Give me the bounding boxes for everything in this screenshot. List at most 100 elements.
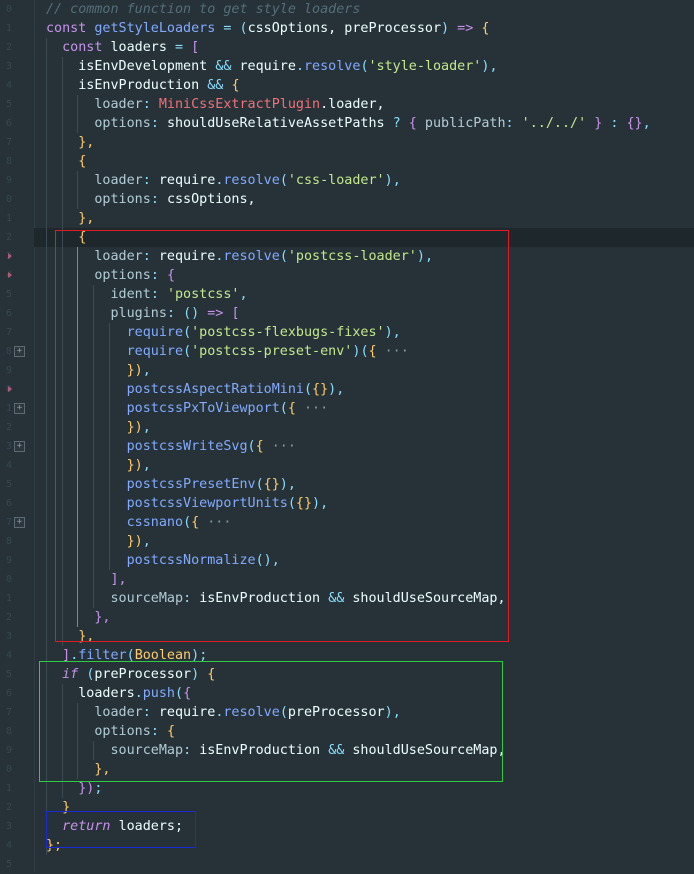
- code-line[interactable]: isEnvProduction && {: [46, 76, 239, 95]
- code-line[interactable]: require('postcss-flexbugs-fixes'),: [46, 323, 401, 342]
- code-line[interactable]: {: [46, 228, 86, 247]
- code-line[interactable]: }),: [46, 418, 151, 437]
- line-gutter: 0 1 2 3 4 5 6 7 8 9 0 1 2 3 4 5 6 7 8 9 0 1 2 3 4 5 6 7 8 9 0 1 2 3 4 5 6 7 8 9…: [0, 0, 35, 872]
- code-line[interactable]: loader: MiniCssExtractPlugin.loader,: [46, 95, 385, 114]
- code-token: ): [312, 496, 321, 511]
- code-line[interactable]: }),: [46, 532, 151, 551]
- line-number: 1: [5, 593, 12, 604]
- code-line[interactable]: },: [46, 608, 110, 627]
- code-line[interactable]: postcssAspectRatioMini({}),: [46, 380, 345, 399]
- code-token: ,: [320, 496, 329, 511]
- code-token: [: [191, 40, 200, 55]
- line-number: 2: [5, 422, 12, 433]
- code-line[interactable]: }),: [46, 361, 151, 380]
- code-token: isEnvDevelopment: [46, 59, 216, 74]
- code-token: }): [46, 363, 143, 378]
- change-marker-icon: [8, 272, 12, 278]
- code-line[interactable]: if (preProcessor) {: [46, 665, 215, 684]
- line-number: 6: [5, 118, 12, 129]
- fold-expand-icon[interactable]: +: [14, 517, 25, 528]
- code-line[interactable]: }),: [46, 456, 151, 475]
- code-line[interactable]: ].filter(Boolean);: [46, 646, 207, 665]
- code-line[interactable]: loader: require.resolve('css-loader'),: [46, 171, 400, 190]
- code-line[interactable]: },: [46, 627, 94, 646]
- fold-expand-icon[interactable]: +: [14, 403, 25, 414]
- code-token: postcssPresetEnv: [46, 477, 256, 492]
- code-line[interactable]: postcssNormalize(),: [46, 551, 280, 570]
- code-token: (: [183, 344, 192, 359]
- code-token: .loader,: [320, 97, 385, 112]
- code-token: ,: [392, 325, 401, 340]
- code-token: =>: [449, 21, 482, 36]
- code-token: ···: [263, 439, 296, 454]
- code-line[interactable]: const getStyleLoaders = (cssOptions, pre…: [46, 19, 489, 38]
- code-token: {: [255, 439, 264, 454]
- code-line[interactable]: require('postcss-preset-env')({ ···: [46, 342, 409, 361]
- code-line[interactable]: },: [46, 133, 94, 152]
- code-line[interactable]: postcssViewportUnits({}),: [46, 494, 329, 513]
- code-token: loader: [46, 249, 143, 264]
- code-line[interactable]: cssnano({ ···: [46, 513, 232, 532]
- code-line[interactable]: loader: require.resolve(preProcessor),: [46, 703, 400, 722]
- code-line[interactable]: options: cssOptions,: [46, 190, 256, 209]
- code-line[interactable]: options: shouldUseRelativeAssetPaths ? {…: [46, 114, 650, 133]
- code-token: isEnvProduction: [199, 743, 329, 758]
- code-line[interactable]: postcssWriteSvg({ ···: [46, 437, 296, 456]
- code-token: shouldUseRelativeAssetPaths: [166, 116, 393, 131]
- code-line[interactable]: plugins: () => [: [46, 304, 239, 323]
- code-line[interactable]: });: [46, 779, 102, 798]
- line-number: 3: [5, 441, 12, 452]
- code-token: 'postcss-loader': [287, 249, 417, 264]
- code-token: sourceMap: [46, 743, 184, 758]
- code-line[interactable]: isEnvDevelopment && require.resolve('sty…: [46, 57, 497, 76]
- fold-expand-icon[interactable]: +: [14, 346, 25, 357]
- code-token: publicPath: [424, 116, 506, 131]
- code-line[interactable]: // common function to get style loaders: [46, 0, 360, 19]
- code-line[interactable]: };: [46, 836, 62, 855]
- code-token: loaders: [46, 686, 135, 701]
- line-number: 9: [5, 175, 12, 186]
- code-token: ,: [142, 363, 151, 378]
- code-line[interactable]: ],: [46, 570, 126, 589]
- code-line[interactable]: {: [46, 152, 86, 171]
- code-token: (: [175, 686, 184, 701]
- code-token: cssnano: [46, 515, 184, 530]
- code-line[interactable]: sourceMap: isEnvProduction && shouldUseS…: [46, 741, 505, 760]
- code-token: (: [279, 173, 288, 188]
- code-token: :: [142, 173, 159, 188]
- code-token: (: [279, 705, 288, 720]
- code-line[interactable]: options: {: [46, 266, 175, 285]
- fold-expand-icon[interactable]: +: [14, 441, 25, 452]
- code-line[interactable]: sourceMap: isEnvProduction && shouldUseS…: [46, 589, 505, 608]
- line-number: 9: [5, 555, 12, 566]
- code-token: {: [287, 401, 296, 416]
- code-token: {: [368, 344, 377, 359]
- code-token: cssOptions,: [166, 192, 256, 207]
- code-line[interactable]: loader: require.resolve('postcss-loader'…: [46, 247, 433, 266]
- line-number: 4: [5, 840, 12, 851]
- line-number: 5: [5, 669, 12, 680]
- code-line[interactable]: return loaders;: [46, 817, 183, 836]
- code-line[interactable]: ident: 'postcss',: [46, 285, 247, 304]
- code-line[interactable]: const loaders = [: [46, 38, 199, 57]
- line-number: 2: [5, 232, 12, 243]
- code-token: {}: [263, 477, 280, 492]
- code-token: require: [158, 705, 216, 720]
- code-line[interactable]: postcssPresetEnv({}),: [46, 475, 296, 494]
- code-line[interactable]: options: {: [46, 722, 175, 741]
- code-line[interactable]: }: [46, 798, 70, 817]
- code-line[interactable]: loaders.push({: [46, 684, 191, 703]
- code-editor[interactable]: 0 1 2 3 4 5 6 7 8 9 0 1 2 3 4 5 6 7 8 9 0 1 2 3 4 5 6 7 8 9 0 1 2 3 4 5 6 7 8 9…: [0, 0, 694, 872]
- line-number: 8: [5, 726, 12, 737]
- code-token: (: [279, 249, 288, 264]
- code-token: :: [142, 249, 159, 264]
- code-line[interactable]: },: [46, 760, 110, 779]
- code-token: {: [46, 230, 87, 245]
- code-token: {}: [295, 496, 313, 511]
- code-line[interactable]: },: [46, 209, 94, 228]
- code-line[interactable]: postcssPxToViewport({ ···: [46, 399, 329, 418]
- line-number: 4: [5, 650, 12, 661]
- code-token: MiniCssExtractPlugin: [158, 97, 321, 112]
- line-number: 5: [5, 99, 12, 110]
- code-token: :: [183, 743, 200, 758]
